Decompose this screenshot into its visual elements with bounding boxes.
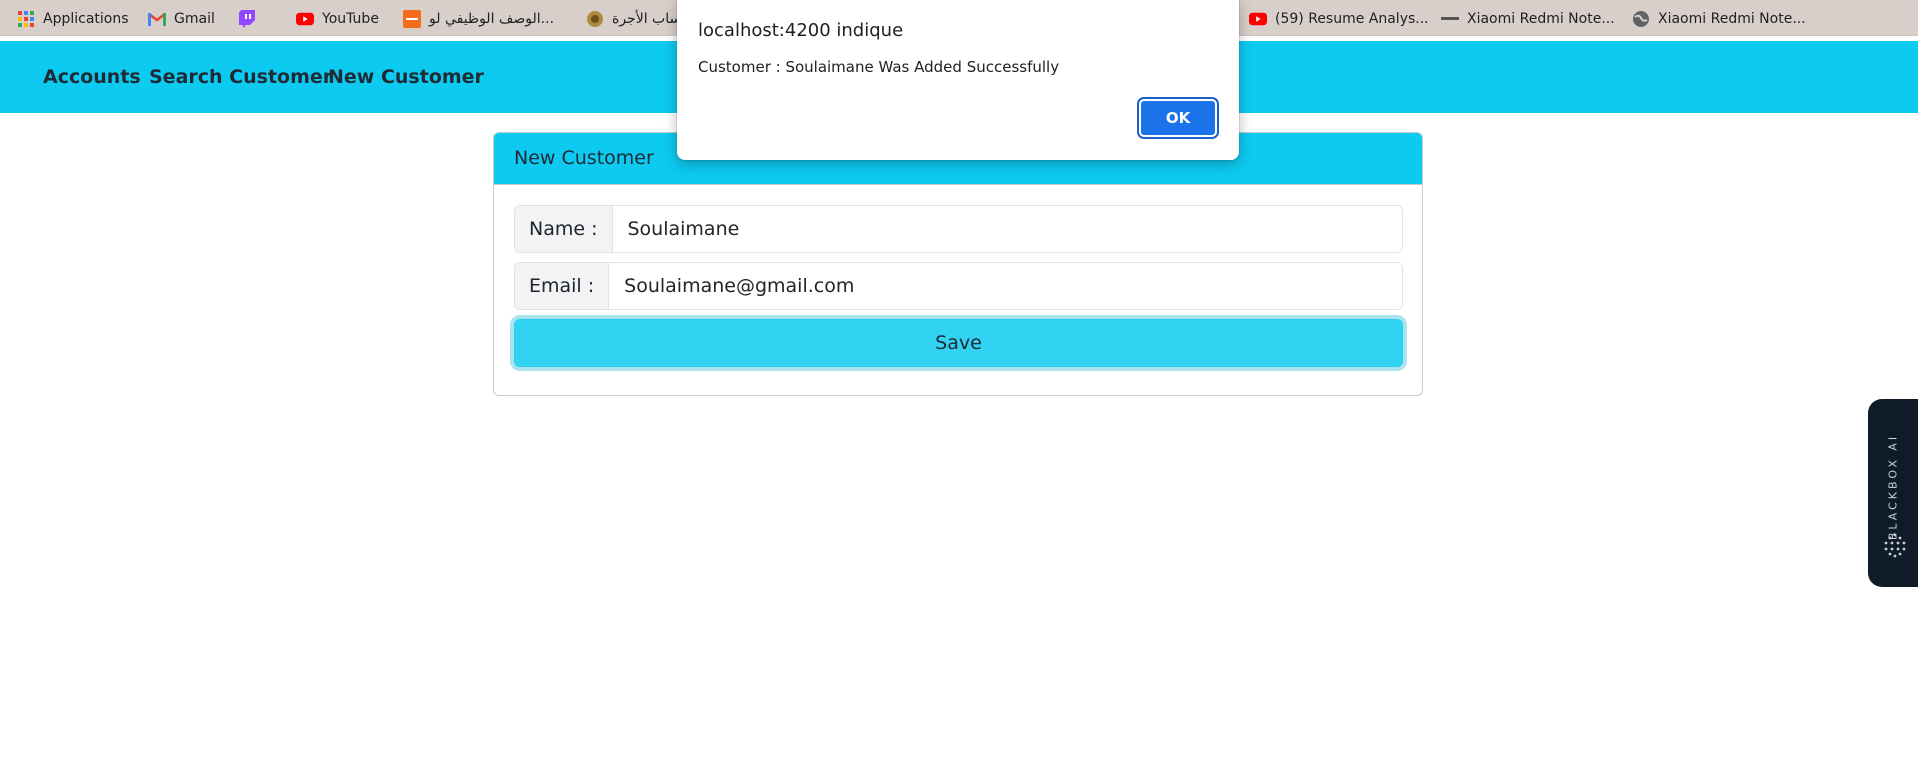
bookmark-label: Gmail — [174, 11, 215, 27]
blackbox-ai-label: BLACKBOX AI — [1886, 433, 1900, 541]
ok-button[interactable]: OK — [1137, 97, 1219, 139]
bookmark-label: الوصف الوظيفي لو... — [429, 11, 555, 27]
bookmark-gmail[interactable]: Gmail — [148, 9, 215, 29]
gmail-icon — [148, 10, 166, 28]
nav-accounts[interactable]: Accounts — [43, 66, 141, 88]
email-input-group: Email : — [514, 262, 1403, 310]
name-input-group: Name : — [514, 205, 1403, 253]
youtube-icon — [296, 10, 314, 28]
bookmark-resume[interactable]: (59) Resume Analys... — [1249, 9, 1429, 29]
name-label: Name : — [515, 206, 613, 252]
bookmark-youtube[interactable]: YouTube — [296, 9, 379, 29]
bookmark-arabic-salary[interactable]: ساب الأجرة — [586, 9, 681, 29]
nav-new-customer[interactable]: New Customer — [328, 66, 484, 88]
nav-search-customer[interactable]: Search Customer — [149, 66, 332, 88]
bookmark-xiaomi-1[interactable]: Xiaomi Redmi Note... — [1441, 9, 1615, 29]
bookmark-label: Xiaomi Redmi Note... — [1467, 11, 1615, 27]
apps-grid-icon — [17, 10, 35, 28]
dash-icon — [1441, 10, 1459, 28]
bookmark-label: Xiaomi Redmi Note... — [1658, 11, 1806, 27]
blackbox-ai-widget[interactable]: BLACKBOX AI — [1868, 399, 1918, 587]
dialog-title: localhost:4200 indique — [698, 20, 904, 41]
save-button[interactable]: Save — [514, 319, 1403, 367]
orange-site-icon — [403, 10, 421, 28]
dialog-message: Customer : Soulaimane Was Added Successf… — [698, 58, 1060, 76]
bookmark-label: ساب الأجرة — [612, 11, 682, 27]
globe-icon — [1632, 10, 1650, 28]
bookmark-arabic-job[interactable]: الوصف الوظيفي لو... — [403, 9, 554, 29]
emblem-icon — [586, 10, 604, 28]
bookmark-twitch[interactable] — [238, 9, 256, 29]
email-input[interactable] — [609, 263, 1402, 309]
twitch-icon — [238, 10, 256, 28]
email-label: Email : — [515, 263, 610, 309]
name-input[interactable] — [612, 206, 1402, 252]
dots-sphere-icon — [1882, 532, 1908, 558]
bookmark-label: (59) Resume Analys... — [1275, 11, 1429, 27]
bookmark-xiaomi-2[interactable]: Xiaomi Redmi Note... — [1632, 9, 1806, 29]
bookmark-label: YouTube — [322, 11, 379, 27]
new-customer-card: New Customer Name : Email : Save — [493, 132, 1423, 396]
alert-dialog: localhost:4200 indique Customer : Soulai… — [677, 0, 1239, 160]
bookmark-label: Applications — [43, 11, 129, 27]
bookmark-applications[interactable]: Applications — [17, 9, 129, 29]
youtube-icon — [1249, 10, 1267, 28]
